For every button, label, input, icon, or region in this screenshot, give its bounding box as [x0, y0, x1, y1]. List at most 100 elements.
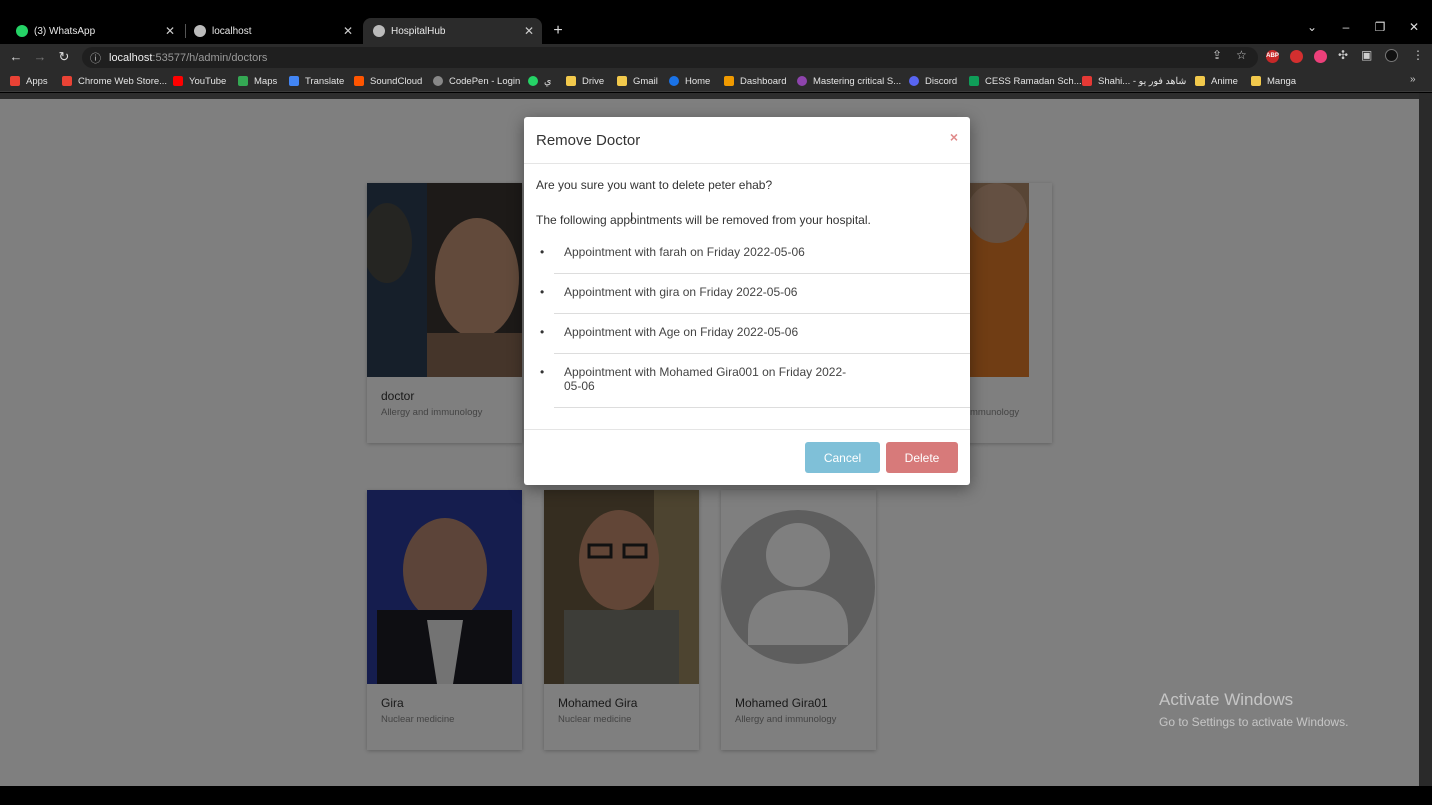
bookmark-label: ي [544, 75, 552, 87]
bookmark-discord[interactable]: Discord [909, 74, 957, 88]
tab-whatsapp[interactable]: (3) WhatsApp ✕ [0, 18, 183, 44]
more-bookmarks-icon[interactable]: » [1410, 74, 1416, 85]
activate-windows-subtitle: Go to Settings to activate Windows. [1159, 715, 1349, 729]
new-tab-button[interactable]: + [549, 22, 567, 40]
modal-footer: Cancel Delete [524, 429, 970, 485]
bookmark-cess[interactable]: CESS Ramadan Sch... [969, 74, 1082, 88]
share-icon[interactable]: ⇪ [1212, 48, 1222, 62]
delete-button[interactable]: Delete [886, 442, 958, 473]
bookmark-soundcloud[interactable]: SoundCloud [354, 74, 422, 88]
adblock-extension-icon[interactable]: ABP [1266, 50, 1279, 63]
confirm-message: Are you sure you want to delete peter eh… [536, 178, 773, 192]
bookmark-label: SoundCloud [370, 75, 423, 87]
appointment-text: Appointment with farah on Friday 2022-05… [564, 245, 805, 259]
bookmark-chrome-web-store[interactable]: Chrome Web Store... [62, 74, 167, 88]
bookmark-label: Home [685, 75, 711, 87]
bookmark-label: YouTube [189, 75, 227, 87]
bookmark-star-icon[interactable]: ☆ [1236, 48, 1247, 62]
close-icon[interactable]: ✕ [161, 24, 179, 38]
whatsapp-icon [16, 25, 28, 37]
text-cursor-icon: I [630, 210, 634, 224]
bookmark-gmail[interactable]: Gmail [617, 74, 658, 88]
apps-grid-icon [10, 76, 20, 86]
course-icon [797, 76, 807, 86]
bookmark-dashboard[interactable]: Dashboard [724, 74, 786, 88]
minimize-icon[interactable]: – [1338, 20, 1354, 34]
maps-icon [238, 76, 248, 86]
address-bar[interactable]: ⓘ localhost :53577/h/admin/doctors [82, 47, 1258, 68]
appointments-list: • Appointment with farah on Friday 2022-0… [540, 234, 970, 408]
home-icon [669, 76, 679, 86]
profile-avatar[interactable] [1385, 49, 1398, 62]
folder-icon [617, 76, 627, 86]
youtube-icon [173, 76, 183, 86]
bookmark-label: Mastering critical S... [813, 75, 902, 87]
close-icon[interactable]: × [950, 129, 958, 145]
bullet-icon: • [540, 325, 545, 339]
bookmark-youtube[interactable]: YouTube [173, 74, 226, 88]
tab-hospitalhub[interactable]: HospitalHub ✕ [363, 18, 542, 44]
page-scrollbar[interactable] [1419, 93, 1432, 786]
bookmark-codepen[interactable]: CodePen - Login [433, 74, 520, 88]
modal-header: Remove Doctor × [524, 117, 970, 164]
window-close-icon[interactable]: ✕ [1406, 20, 1422, 34]
folder-icon [1195, 76, 1205, 86]
activate-windows-title: Activate Windows [1159, 690, 1294, 709]
bookmark-anime[interactable]: Anime [1195, 74, 1238, 88]
bookmark-shahid[interactable]: Shahi... - شاهد فور يو [1082, 74, 1186, 88]
close-icon[interactable]: ✕ [520, 24, 538, 38]
site-info-icon[interactable]: ⓘ [90, 50, 101, 66]
tab-localhost[interactable]: localhost ✕ [178, 18, 361, 44]
appointment-text: Appointment with Age on Friday 2022-05-0… [564, 325, 799, 339]
globe-icon [194, 25, 206, 37]
browser-window: (3) WhatsApp ✕ localhost ✕ HospitalHub ✕… [0, 0, 1432, 805]
extension-icon[interactable] [1314, 50, 1327, 63]
bookmark-label: Shahi... - شاهد فور يو [1098, 75, 1187, 87]
url-path: :53577/h/admin/doctors [152, 51, 268, 64]
screen-bottom-edge [0, 786, 1432, 805]
bookmark-label: Translate [305, 75, 345, 87]
web-store-icon [62, 76, 72, 86]
folder-icon [566, 76, 576, 86]
extension-icon[interactable] [1290, 50, 1303, 63]
globe-icon [373, 25, 385, 37]
tab-search-icon[interactable]: ⌄ [1304, 20, 1320, 34]
bullet-icon: • [540, 285, 545, 299]
menu-kebab-icon[interactable]: ⋮ [1412, 48, 1424, 62]
bookmark-translate[interactable]: Translate [289, 74, 344, 88]
bookmark-drive[interactable]: Drive [566, 74, 604, 88]
url-host: localhost [109, 51, 153, 64]
discord-icon [909, 76, 919, 86]
list-item: • Appointment with Age on Friday 2022-05-… [540, 314, 970, 354]
appointment-text: Appointment with Mohamed Gira001 on Frid… [564, 365, 847, 393]
reload-icon[interactable]: ↻ [56, 49, 72, 65]
bookmark-label: Discord [925, 75, 958, 87]
back-icon[interactable]: ← [8, 49, 24, 64]
restore-icon[interactable]: ❐ [1372, 20, 1388, 34]
bookmark-apps[interactable]: Apps [10, 74, 48, 88]
bookmark-mastering[interactable]: Mastering critical S... [797, 74, 901, 88]
bookmark-manga[interactable]: Manga [1251, 74, 1296, 88]
sheets-icon [969, 76, 979, 86]
bookmarks-bar: Apps Chrome Web Store... YouTube Maps Tr… [0, 70, 1432, 92]
side-panel-icon[interactable]: ▣ [1361, 48, 1372, 62]
tab-title: HospitalHub [391, 25, 446, 37]
whatsapp-icon [528, 76, 538, 86]
close-icon[interactable]: ✕ [339, 24, 357, 38]
bullet-icon: • [540, 245, 545, 259]
bookmark-label: Maps [254, 75, 278, 87]
tab-strip: (3) WhatsApp ✕ localhost ✕ HospitalHub ✕… [0, 0, 1432, 44]
browser-toolbar: ← → ↻ ⓘ localhost :53577/h/admin/doctors… [0, 44, 1432, 70]
bookmark-label: Anime [1211, 75, 1238, 87]
tab-title: (3) WhatsApp [34, 25, 96, 37]
cancel-button[interactable]: Cancel [805, 442, 880, 473]
list-item: • Appointment with farah on Friday 2022-0… [540, 234, 970, 274]
forward-icon[interactable]: → [32, 49, 48, 64]
bookmark-label: Drive [582, 75, 605, 87]
bookmark-whatsapp[interactable]: ي [528, 74, 551, 88]
extensions-puzzle-icon[interactable]: ✣ [1338, 48, 1348, 62]
globe-icon [433, 76, 443, 86]
appointments-info: The following appointments will be remov… [536, 213, 871, 227]
bookmark-home[interactable]: Home [669, 74, 710, 88]
bookmark-maps[interactable]: Maps [238, 74, 277, 88]
